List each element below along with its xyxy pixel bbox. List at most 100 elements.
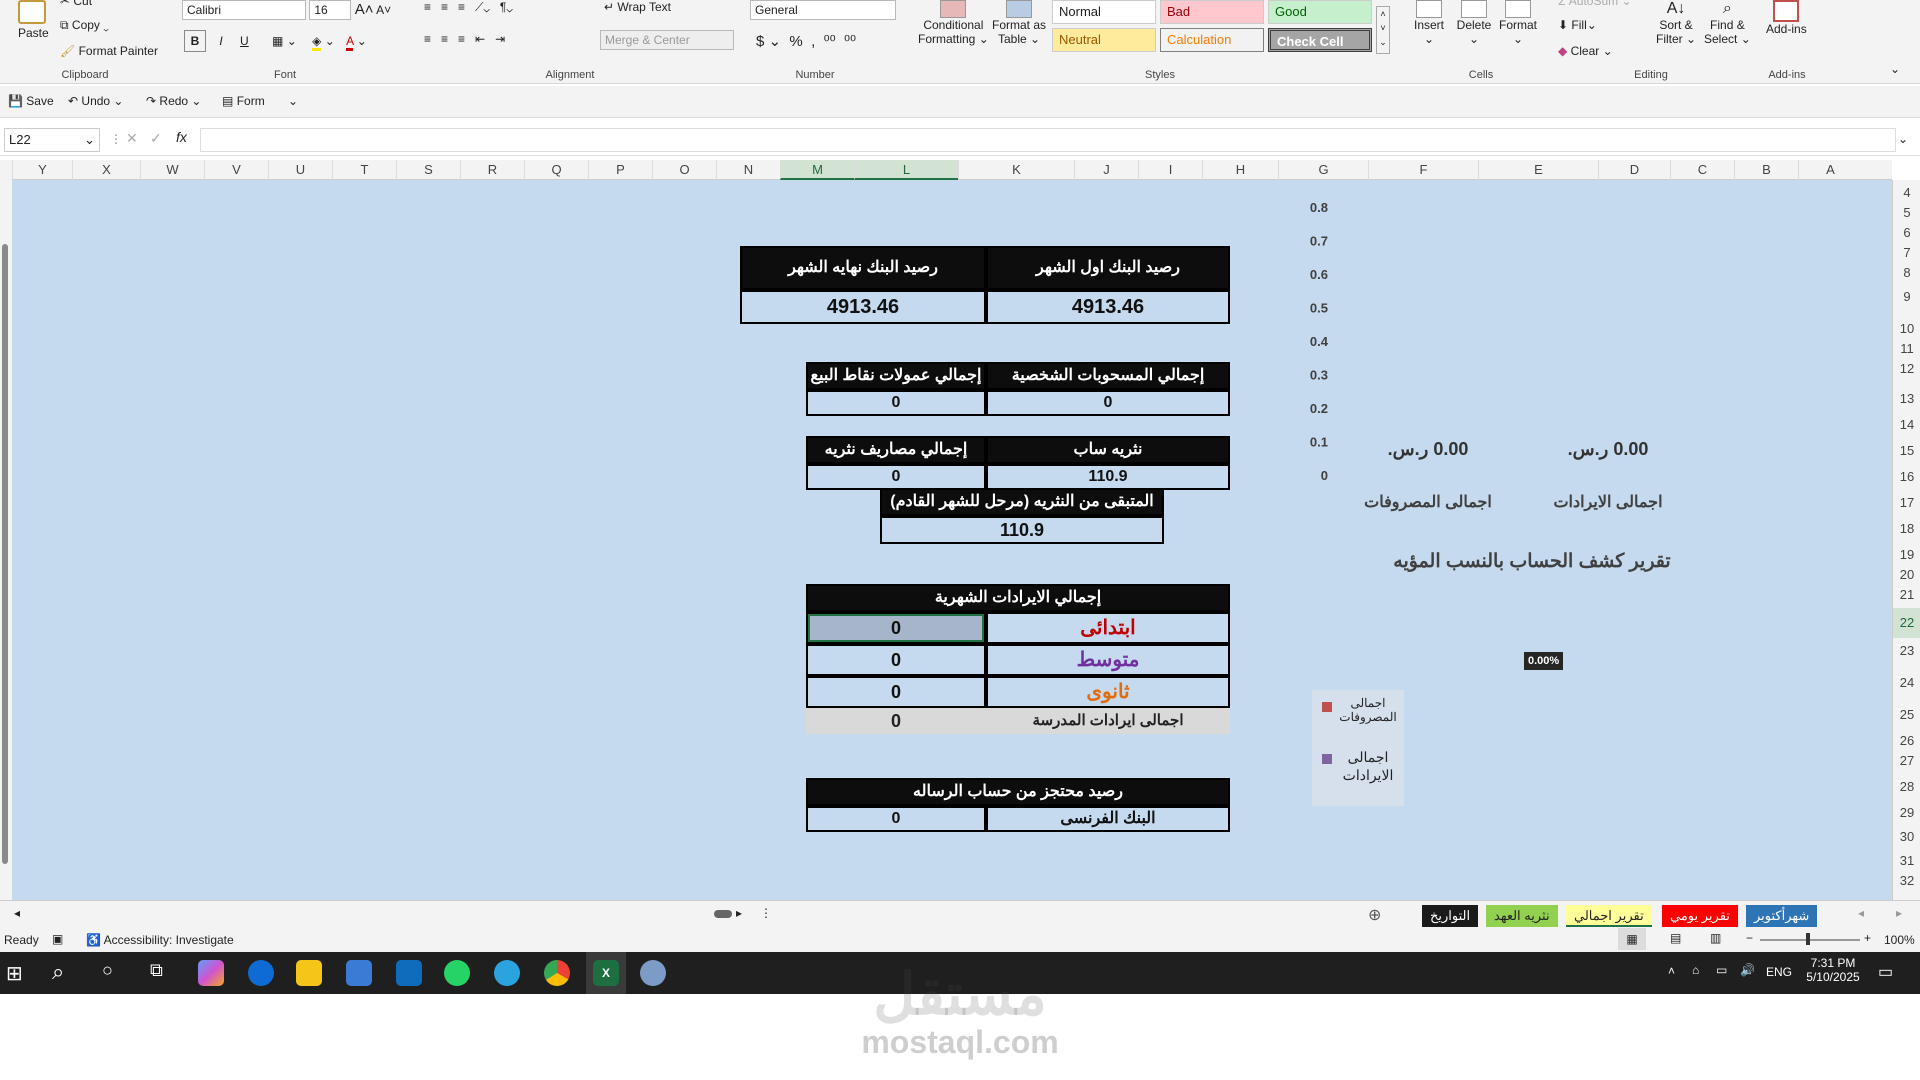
tabs-scroll-left-icon[interactable]: ◂ xyxy=(1858,906,1864,920)
file-explorer-icon[interactable] xyxy=(296,960,322,986)
volume-icon[interactable]: 🔊 xyxy=(1740,963,1755,977)
row-header-17[interactable]: 17 xyxy=(1893,494,1920,512)
font-size-dropdown[interactable]: 16 xyxy=(309,0,352,20)
tab-custody[interactable]: نثريه العهد xyxy=(1486,905,1558,927)
grow-font-icon[interactable]: A˄ xyxy=(355,1,374,18)
network-icon[interactable]: ⌂ xyxy=(1692,963,1699,977)
tab-dates[interactable]: التواريخ xyxy=(1422,905,1479,927)
column-header-S[interactable]: S xyxy=(396,160,460,180)
cortana-icon[interactable]: ○ xyxy=(102,960,113,981)
secondary-value[interactable]: 0 xyxy=(806,676,986,708)
column-header-K[interactable]: K xyxy=(958,160,1074,180)
whatsapp-icon[interactable] xyxy=(444,960,470,986)
tab-october[interactable]: شهرأكتوبر xyxy=(1746,905,1818,927)
zoom-slider-thumb[interactable] xyxy=(1806,933,1810,945)
row-header-22[interactable]: 22 xyxy=(1893,608,1920,638)
row-header-28[interactable]: 28 xyxy=(1893,778,1920,796)
excel-icon[interactable]: X xyxy=(593,960,619,986)
enter-icon[interactable]: ✓ xyxy=(150,130,162,147)
row-header-9[interactable]: 9 xyxy=(1893,288,1920,306)
row-header-29[interactable]: 29 xyxy=(1893,804,1920,822)
fill-color-icon[interactable]: ◈ xyxy=(312,34,322,51)
select-all-corner[interactable] xyxy=(0,160,12,180)
scroll-left-icon[interactable]: ◂ xyxy=(14,906,20,920)
row-header-16[interactable]: 16 xyxy=(1893,468,1920,486)
row-header-25[interactable]: 25 xyxy=(1893,706,1920,724)
delete-button[interactable]: Delete ⌄ xyxy=(1456,0,1492,46)
align-top-icons[interactable]: ≡ ≡ ≡ ⟋⌄ ¶⌄ xyxy=(424,0,513,15)
style-bad[interactable]: Bad xyxy=(1160,0,1264,24)
column-header-F[interactable]: F xyxy=(1368,160,1478,180)
zoom-level[interactable]: 100% xyxy=(1884,933,1915,947)
outlook-icon[interactable] xyxy=(396,960,422,986)
column-header-Q[interactable]: Q xyxy=(524,160,588,180)
sheet-grid[interactable]: رصيد البنك اول الشهر رصيد البنك نهايه ال… xyxy=(12,180,1892,900)
row-header-31[interactable]: 31 xyxy=(1893,852,1920,870)
autosum-button[interactable]: Σ AutoSum ⌄ xyxy=(1558,0,1632,8)
column-header-E[interactable]: E xyxy=(1478,160,1598,180)
windows-start-icon[interactable]: ⊞ xyxy=(6,961,23,986)
formula-bar-options-icon[interactable]: ⋮ xyxy=(110,132,122,146)
macro-icon[interactable]: ▣ xyxy=(52,932,63,946)
form-button[interactable]: ▤ Form xyxy=(222,94,265,108)
row-header-11[interactable]: 11 xyxy=(1893,340,1920,358)
clock[interactable]: 7:31 PM 5/10/2025 xyxy=(1806,956,1860,984)
style-normal[interactable]: Normal xyxy=(1052,0,1156,24)
row-header-19[interactable]: 19 xyxy=(1893,546,1920,564)
row-header-24[interactable]: 24 xyxy=(1893,674,1920,692)
styles-gallery-scroll[interactable]: ˄ ˅ ⌄ xyxy=(1376,6,1390,54)
wrap-text-button[interactable]: ↵ Wrap Text xyxy=(604,0,671,14)
column-header-X[interactable]: X xyxy=(72,160,140,180)
number-format-icons[interactable]: $ ⌄ % , ⁰⁰ ⁰⁰ xyxy=(756,32,856,50)
pos-commissions-value[interactable]: 0 xyxy=(806,390,986,416)
chrome-icon[interactable] xyxy=(544,960,570,986)
column-header-W[interactable]: W xyxy=(140,160,204,180)
accessibility-status[interactable]: ♿ Accessibility: Investigate xyxy=(86,933,234,947)
style-good[interactable]: Good xyxy=(1268,0,1372,24)
column-header-R[interactable]: R xyxy=(460,160,524,180)
tabs-options-icon[interactable]: ⋮ xyxy=(760,906,772,920)
style-check-cell[interactable]: Check Cell xyxy=(1268,28,1372,52)
column-header-D[interactable]: D xyxy=(1598,160,1670,180)
column-header-L[interactable]: L xyxy=(854,160,958,180)
format-painter-button[interactable]: 🖌 Format Painter xyxy=(60,44,158,58)
column-header-Y[interactable]: Y xyxy=(12,160,72,180)
row-header-12[interactable]: 12 xyxy=(1893,360,1920,378)
format-as-table-button[interactable]: Format as Table ⌄ xyxy=(992,0,1046,46)
borders-icon[interactable]: ▦ ⌄ xyxy=(272,34,297,48)
paint-icon[interactable] xyxy=(640,960,666,986)
bar-chart[interactable]: 0.8 0.7 0.6 0.5 0.4 0.3 0.2 0.1 0 0.00 ر.س. 0.00 ر… xyxy=(1268,192,1688,511)
row-header-15[interactable]: 15 xyxy=(1893,442,1920,460)
row-header-23[interactable]: 23 xyxy=(1893,642,1920,660)
tab-total-report[interactable]: تقرير اجمالي xyxy=(1566,905,1652,927)
insert-button[interactable]: Insert ⌄ xyxy=(1412,0,1446,46)
row-header-10[interactable]: 10 xyxy=(1893,320,1920,338)
row-header-26[interactable]: 26 xyxy=(1893,732,1920,750)
middle-value[interactable]: 0 xyxy=(806,644,986,676)
merge-center-button[interactable]: Merge & Center xyxy=(600,30,734,50)
scroll-right-icon[interactable]: ▸ xyxy=(736,906,742,920)
underline-button[interactable]: U xyxy=(240,34,249,48)
store-icon[interactable] xyxy=(346,960,372,986)
tray-chevron-icon[interactable]: ˄ xyxy=(1668,964,1675,978)
telegram-icon[interactable] xyxy=(494,960,520,986)
row-header-14[interactable]: 14 xyxy=(1893,416,1920,434)
row-header-13[interactable]: 13 xyxy=(1893,390,1920,408)
row-header-30[interactable]: 30 xyxy=(1893,828,1920,846)
column-header-M[interactable]: M xyxy=(780,160,854,180)
school-total-value[interactable]: 0 xyxy=(806,708,986,734)
column-header-H[interactable]: H xyxy=(1202,160,1278,180)
column-header-T[interactable]: T xyxy=(332,160,396,180)
copilot-icon[interactable] xyxy=(198,960,224,986)
clear-button[interactable]: ◆ Clear ⌄ xyxy=(1558,44,1613,58)
shrink-font-icon[interactable]: A˅ xyxy=(376,3,391,17)
tharwa-remaining-value[interactable]: 110.9 xyxy=(880,516,1164,544)
fill-button[interactable]: ⬇ Fill⌄ xyxy=(1558,18,1597,32)
name-box[interactable]: L22 ⌄ xyxy=(4,128,100,152)
row-header-7[interactable]: 7 xyxy=(1893,244,1920,262)
column-header-A[interactable]: A xyxy=(1798,160,1862,180)
column-header-N[interactable]: N xyxy=(716,160,780,180)
notifications-icon[interactable]: ▭ xyxy=(1878,962,1893,982)
insert-function-icon[interactable]: fx xyxy=(176,129,187,145)
battery-icon[interactable]: ▭ xyxy=(1716,963,1727,977)
